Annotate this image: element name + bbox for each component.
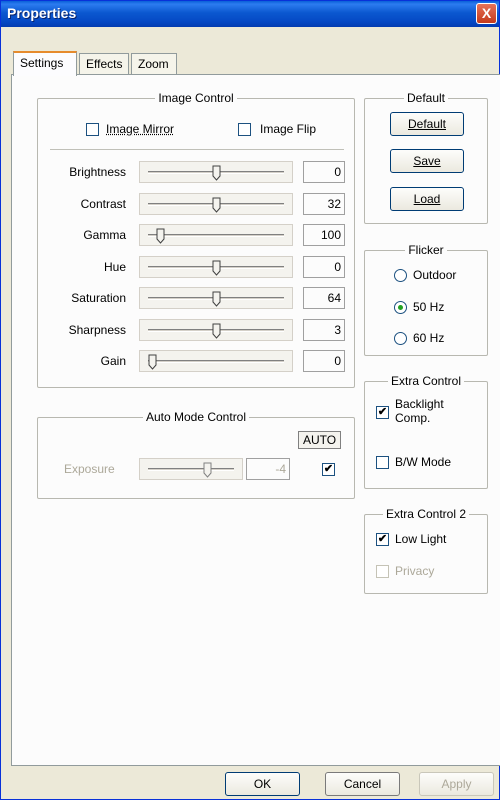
exposure-slider-thumb[interactable] [203,462,212,478]
flicker-group: Flicker Outdoor 50 Hz 60 Hz [364,243,488,356]
image-flip-label[interactable]: Image Flip [260,122,316,136]
tab-effects[interactable]: Effects [79,53,129,75]
tab-settings[interactable]: Settings [13,51,77,76]
settings-panel: Image Control Image Mirror Image Flip Br… [11,74,500,766]
auto-mode-group: Auto Mode Control AUTO Exposure -4 ✔ [37,410,355,499]
ok-button[interactable]: OK [225,772,300,796]
image-flip-checkbox[interactable] [238,123,251,136]
slider-label: Hue [103,260,126,274]
ok-button-label: OK [253,777,272,791]
checkmark-icon: ✔ [323,463,334,475]
low-light-label[interactable]: Low Light [395,532,446,546]
slider-value: 100 [303,224,345,246]
tab-zoom[interactable]: Zoom [131,53,177,75]
slider-label: Brightness [69,165,126,179]
slider-label: Sharpness [68,323,126,337]
image-control-separator [50,149,344,150]
slider-thumb[interactable] [212,165,221,181]
default-button-label: Default [407,117,447,131]
slider-thumb[interactable] [212,323,221,339]
slider-track[interactable] [139,256,293,278]
backlight-comp-checkbox[interactable]: ✔ [376,406,389,419]
checkmark-icon: ✔ [377,406,388,418]
radio-outdoor-label[interactable]: Outdoor [413,268,456,282]
bw-mode-checkbox[interactable] [376,456,389,469]
slider-track[interactable] [139,193,293,215]
extra-control-title: Extra Control [387,374,465,388]
default-group: Default Default Save Load [364,91,488,224]
slider-thumb[interactable] [212,291,221,307]
slider-value: 0 [303,256,345,278]
backlight-label-line-2[interactable]: Comp. [395,411,430,425]
window-title: Properties [7,5,77,21]
radio-outdoor[interactable] [394,269,407,282]
backlight-label-line-1[interactable]: Backlight [395,397,444,411]
slider-label: Saturation [71,291,126,305]
slider-thumb[interactable] [156,228,165,244]
apply-button: Apply [419,772,494,796]
load-button[interactable]: Load [390,187,464,211]
slider-value: 3 [303,319,345,341]
image-mirror-label[interactable]: Image Mirror [106,122,174,136]
radio-60hz-label[interactable]: 60 Hz [413,331,444,345]
image-control-group: Image Control Image Mirror Image Flip Br… [37,91,355,388]
slider-value: 64 [303,287,345,309]
save-button-label: Save [413,154,441,168]
apply-button-label: Apply [441,777,472,791]
load-button-label: Load [413,192,441,206]
flicker-title: Flicker [405,243,447,257]
image-mirror-checkbox[interactable] [86,123,99,136]
slider-track[interactable] [139,287,293,309]
extra-control-group: Extra Control ✔ Backlight Comp. B/W Mode [364,374,488,489]
privacy-label: Privacy [395,564,435,578]
title-bar[interactable]: Properties X [1,1,499,27]
slider-thumb[interactable] [212,260,221,276]
radio-50hz-label[interactable]: 50 Hz [413,300,444,314]
extra-control-2-group: Extra Control 2 ✔ Low Light Privacy [364,507,488,594]
tab-zoom-label: Zoom [138,57,169,71]
checkmark-icon: ✔ [377,533,388,545]
bw-mode-label[interactable]: B/W Mode [395,455,451,469]
auto-exposure-checkbox[interactable]: ✔ [322,463,335,476]
slider-label: Contrast [80,197,126,211]
default-button[interactable]: Default [390,112,464,136]
close-icon: X [481,5,492,21]
properties-window: Properties X Settings Effects Zoom Image… [0,0,500,800]
slider-value: 0 [303,161,345,183]
slider-track[interactable] [139,319,293,341]
slider-track[interactable] [139,161,293,183]
tab-settings-label: Settings [20,56,64,70]
slider-value: 32 [303,193,345,215]
exposure-label: Exposure [64,462,115,476]
default-group-title: Default [403,91,449,105]
slider-label: Gain [100,354,126,368]
auto-mode-title: Auto Mode Control [142,410,250,424]
save-button[interactable]: Save [390,149,464,173]
tab-effects-label: Effects [86,57,123,71]
exposure-value: -4 [246,458,290,480]
radio-60hz[interactable] [394,332,407,345]
privacy-checkbox [376,565,389,578]
cancel-button-label: Cancel [343,777,382,791]
low-light-checkbox[interactable]: ✔ [376,533,389,546]
exposure-slider[interactable] [139,458,243,480]
cancel-button[interactable]: Cancel [325,772,400,796]
slider-track[interactable] [139,224,293,246]
slider-track[interactable] [139,350,293,372]
extra-control-2-title: Extra Control 2 [382,507,470,521]
slider-label: Gamma [83,228,126,242]
radio-50hz[interactable] [394,301,407,314]
auto-header: AUTO [298,431,342,449]
slider-thumb[interactable] [212,197,221,213]
slider-value: 0 [303,350,345,372]
close-button[interactable]: X [476,3,497,24]
slider-thumb[interactable] [148,354,157,370]
image-control-title: Image Control [155,91,237,105]
